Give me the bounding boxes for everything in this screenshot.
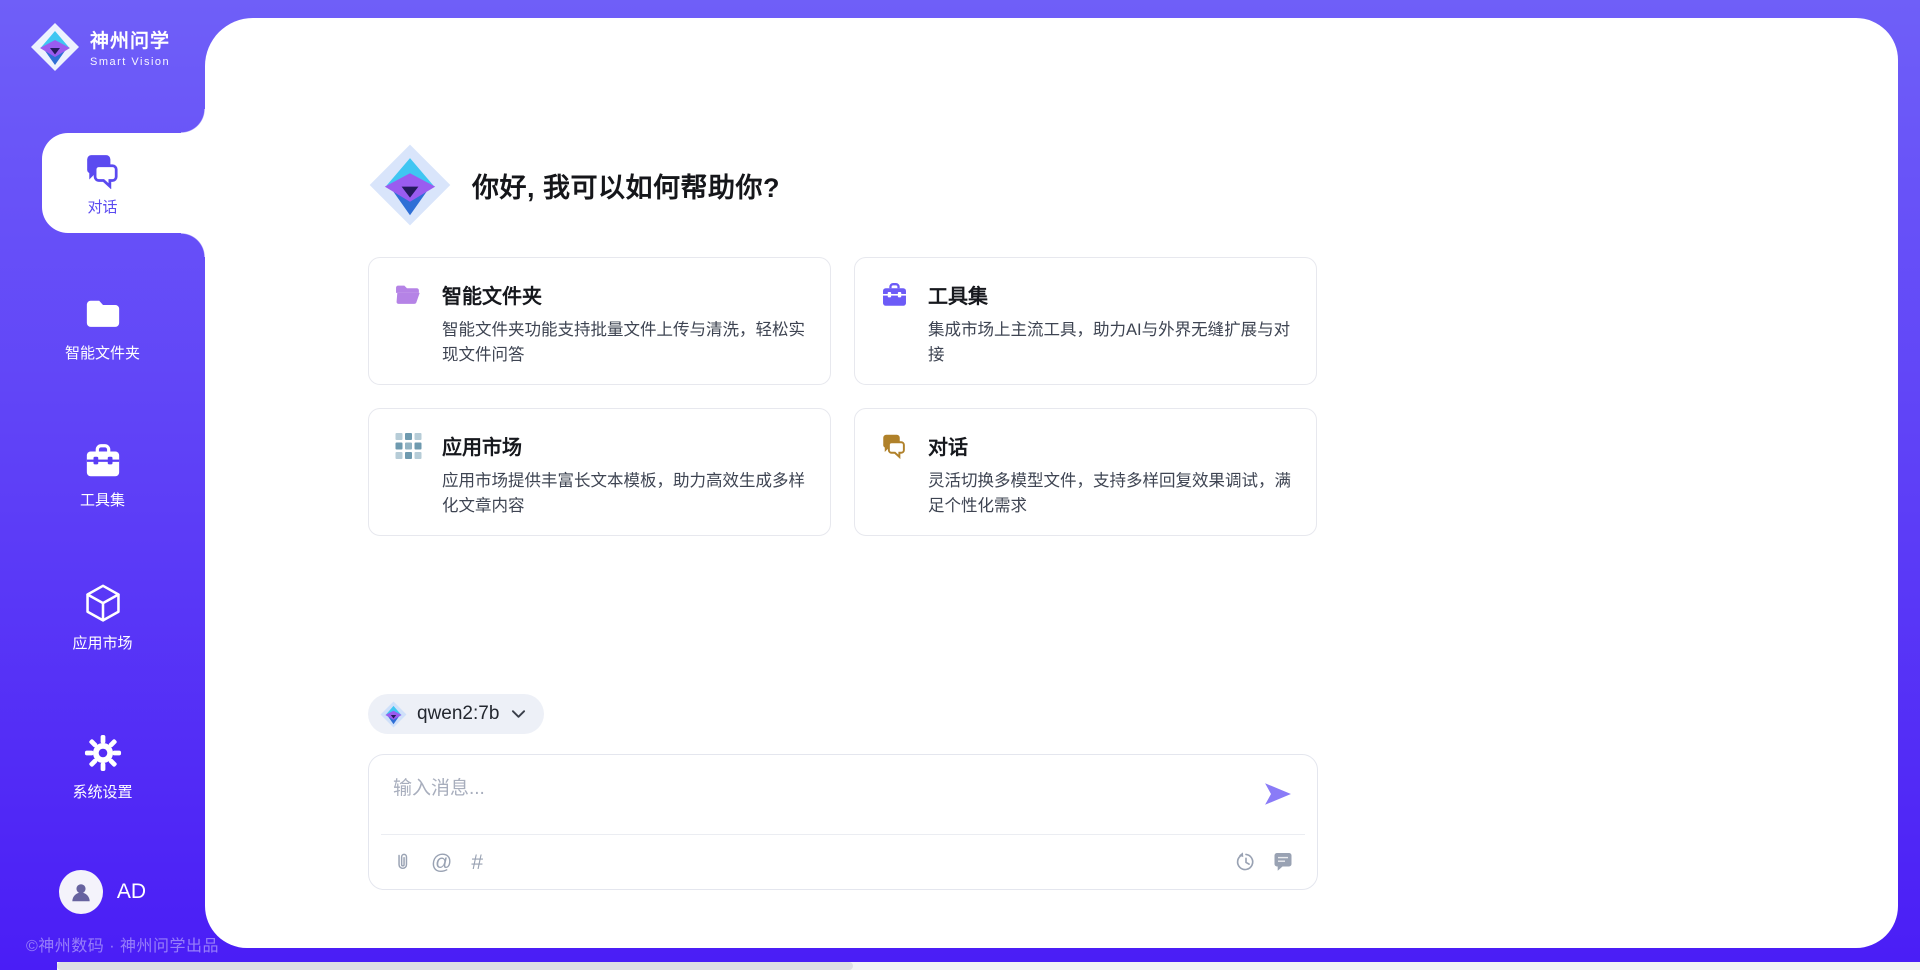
avatar-icon xyxy=(68,879,94,905)
open-folder-icon xyxy=(395,282,422,308)
card-title: 应用市场 xyxy=(442,431,522,460)
folder-icon xyxy=(84,294,122,334)
greeting-text: 你好, 我可以如何帮助你? xyxy=(472,166,780,205)
sidebar-item-label: 工具集 xyxy=(80,489,125,510)
user-initials: AD xyxy=(117,880,146,904)
card-description: 应用市场提供丰富长文本模板，助力高效生成多样化文章内容 xyxy=(442,469,814,519)
composer: @ # xyxy=(368,754,1318,890)
horizontal-scrollbar-thumb[interactable] xyxy=(57,962,853,970)
composer-toolbar: @ # xyxy=(393,835,1293,889)
card-header: 工具集 xyxy=(881,280,1290,309)
card-description: 灵活切换多模型文件，支持多样回复效果调试，满足个性化需求 xyxy=(928,469,1300,519)
card-title: 智能文件夹 xyxy=(442,280,542,309)
history-button[interactable] xyxy=(1236,852,1256,872)
brand-logo-icon xyxy=(30,22,80,72)
paperclip-icon xyxy=(393,851,412,873)
mention-button[interactable]: @ xyxy=(431,852,452,873)
horizontal-scrollbar-track[interactable] xyxy=(57,962,1920,970)
card-toolset[interactable]: 工具集 集成市场上主流工具，助力AI与外界无缝扩展与对接 xyxy=(854,257,1317,385)
card-app-market[interactable]: 应用市场 应用市场提供丰富长文本模板，助力高效生成多样化文章内容 xyxy=(368,408,831,536)
sidebar-item-label: 对话 xyxy=(87,196,117,217)
topic-button[interactable]: # xyxy=(471,852,483,873)
tab-fillet-top xyxy=(181,109,205,133)
chevron-down-icon xyxy=(511,709,526,719)
chat-bubbles-icon xyxy=(84,153,122,189)
new-chat-button[interactable] xyxy=(1273,852,1293,872)
card-title: 工具集 xyxy=(928,280,988,309)
composer-tools-right xyxy=(1236,852,1293,872)
tab-fillet-bottom xyxy=(181,233,205,257)
sidebar-item-label: 智能文件夹 xyxy=(65,342,140,363)
card-description: 集成市场上主流工具，助力AI与外界无缝扩展与对接 xyxy=(928,318,1300,368)
history-icon xyxy=(1236,852,1256,872)
brand: 神州问学 Smart Vision xyxy=(30,22,170,72)
card-title: 对话 xyxy=(928,431,968,460)
composer-tools-left: @ # xyxy=(393,851,483,873)
sidebar-item-label: 应用市场 xyxy=(72,632,132,653)
card-header: 应用市场 xyxy=(395,431,804,460)
brand-text: 神州问学 Smart Vision xyxy=(90,26,170,68)
card-chat[interactable]: 对话 灵活切换多模型文件，支持多样回复效果调试，满足个性化需求 xyxy=(854,408,1317,536)
card-header: 对话 xyxy=(881,431,1290,460)
sidebar-item-toolset[interactable]: 工具集 xyxy=(0,441,205,510)
pixel-grid-icon xyxy=(395,433,422,459)
card-smart-folder[interactable]: 智能文件夹 智能文件夹功能支持批量文件上传与清洗，轻松实现文件问答 xyxy=(368,257,831,385)
toolbox-icon xyxy=(881,282,908,308)
card-header: 智能文件夹 xyxy=(395,280,804,309)
sidebar: 神州问学 Smart Vision 对话 智能文件夹 xyxy=(0,0,205,970)
attach-file-button[interactable] xyxy=(393,851,412,873)
sidebar-item-settings[interactable]: 系统设置 xyxy=(0,733,205,802)
cube-icon xyxy=(84,584,122,624)
model-name: qwen2:7b xyxy=(417,703,499,725)
sidebar-item-smart-folder[interactable]: 智能文件夹 xyxy=(0,294,205,363)
send-button[interactable] xyxy=(1263,781,1293,807)
chat-bubbles-icon xyxy=(881,433,908,459)
model-logo-icon xyxy=(380,701,407,728)
brand-subtitle: Smart Vision xyxy=(90,56,170,68)
avatar xyxy=(59,870,103,914)
toolbox-icon xyxy=(84,441,122,481)
copyright-footer: ©神州数码 · 神州问学出品 xyxy=(26,932,219,956)
app-logo-icon xyxy=(368,143,452,227)
card-description: 智能文件夹功能支持批量文件上传与清洗，轻松实现文件问答 xyxy=(442,318,814,368)
message-input[interactable] xyxy=(371,757,1231,829)
sidebar-item-label: 系统设置 xyxy=(72,781,132,802)
feature-cards: 智能文件夹 智能文件夹功能支持批量文件上传与清洗，轻松实现文件问答 工具集 集成… xyxy=(368,257,1317,536)
chat-bubble-icon xyxy=(1273,852,1293,872)
app-root: 神州问学 Smart Vision 对话 智能文件夹 xyxy=(0,0,1920,970)
send-icon xyxy=(1264,782,1292,806)
at-icon: @ xyxy=(431,851,452,874)
sidebar-item-app-market[interactable]: 应用市场 xyxy=(0,584,205,653)
gear-icon xyxy=(84,733,122,773)
hero: 你好, 我可以如何帮助你? xyxy=(368,143,780,227)
sidebar-item-chat[interactable]: 对话 xyxy=(0,133,205,233)
user-profile[interactable]: AD xyxy=(0,870,205,914)
model-selector[interactable]: qwen2:7b xyxy=(368,694,544,734)
hash-icon: # xyxy=(471,851,483,874)
brand-name: 神州问学 xyxy=(90,26,170,53)
